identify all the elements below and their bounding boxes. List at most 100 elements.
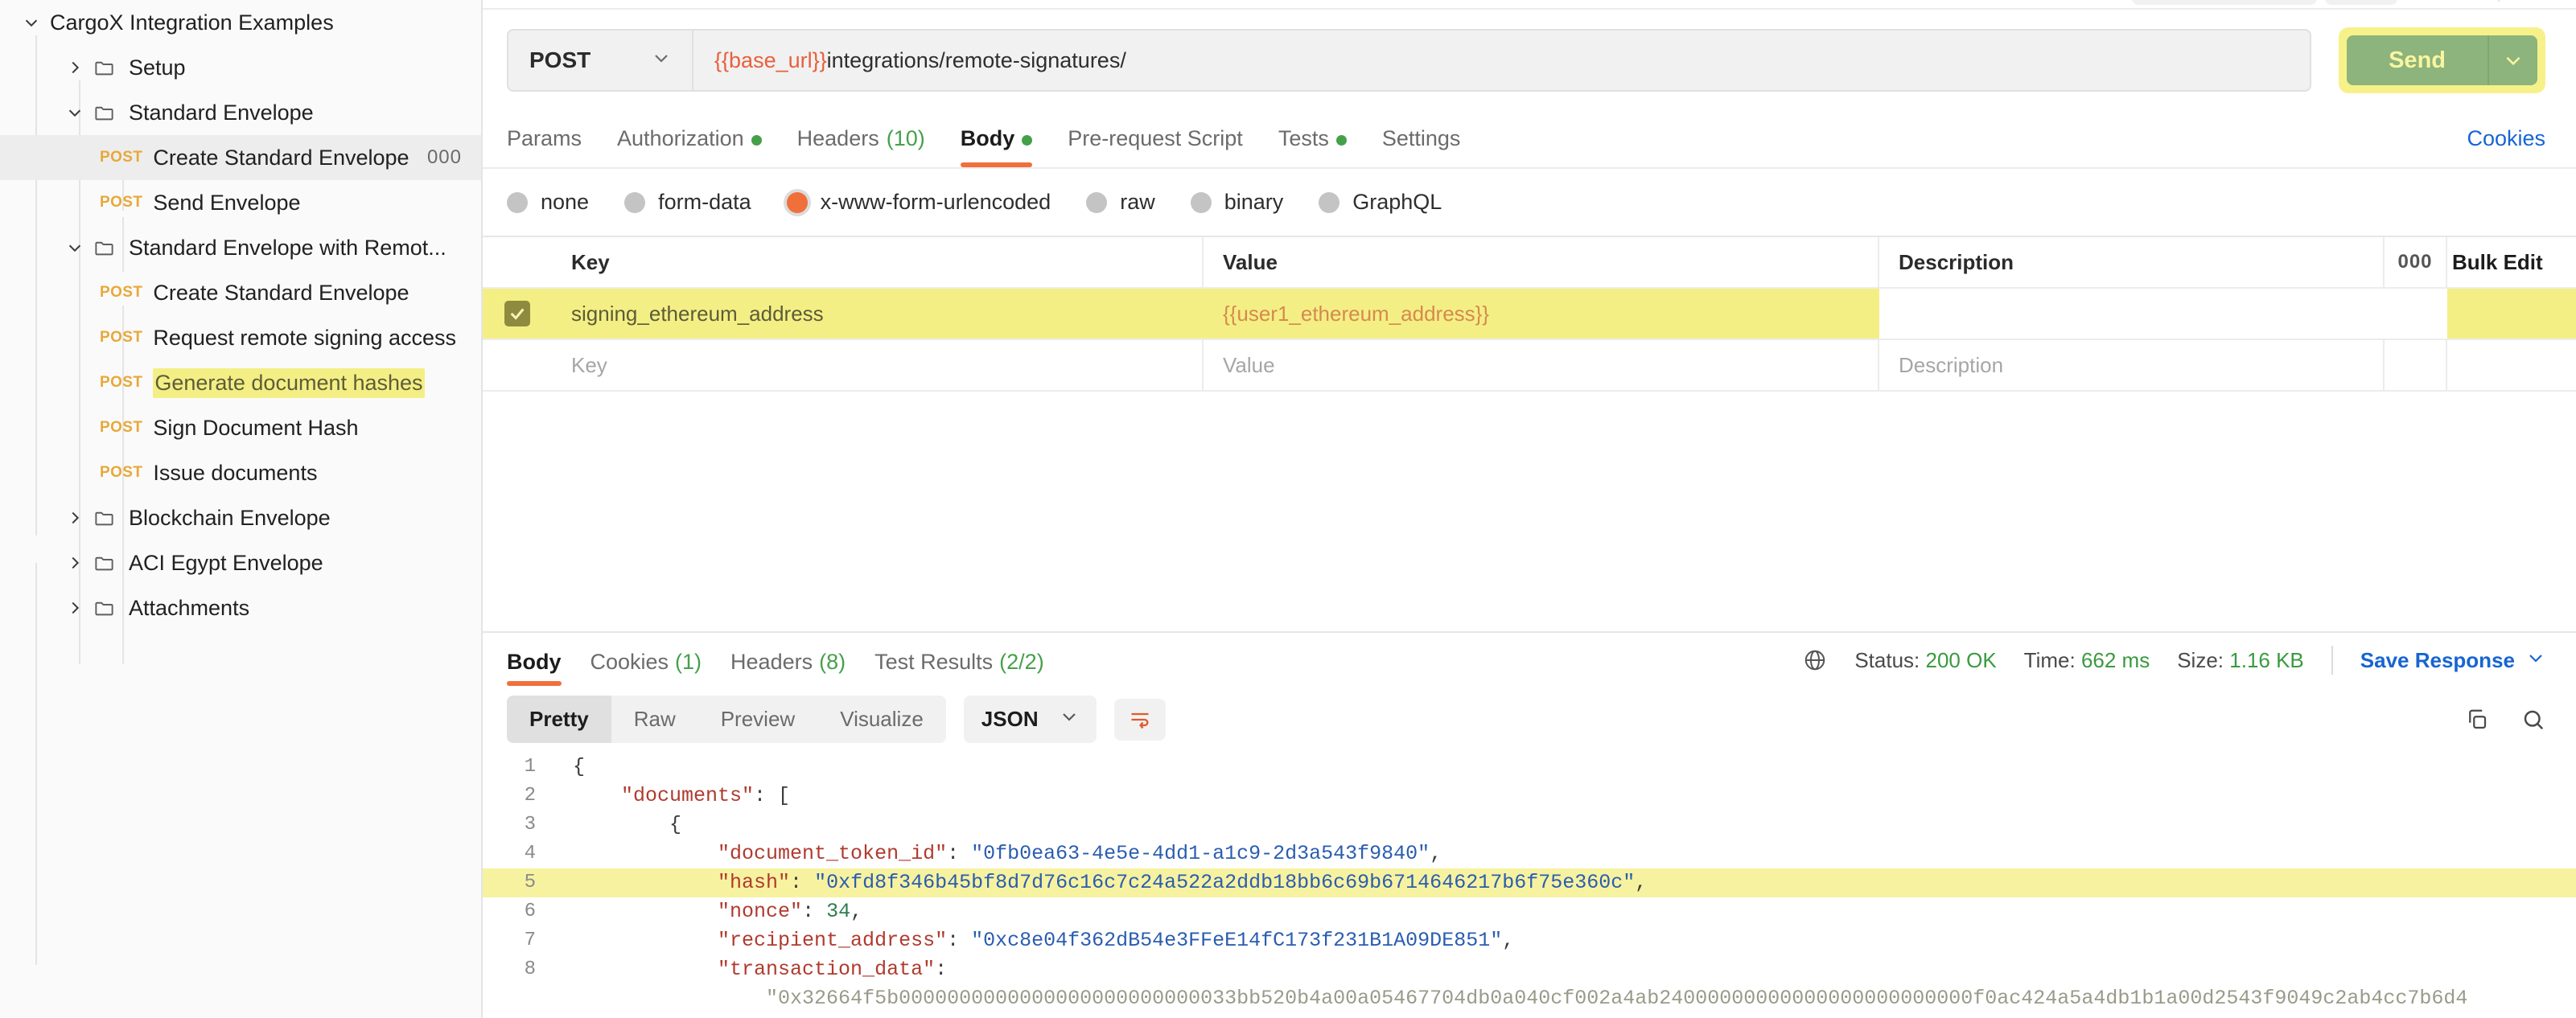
sidebar-request-item[interactable]: POST Request remote signing access [0, 315, 481, 360]
chevron-down-icon [652, 47, 671, 73]
response-tab-headers[interactable]: Headers (8) [716, 650, 860, 686]
format-label: JSON [981, 707, 1039, 731]
sidebar-folder-item[interactable]: Blockchain Envelope [0, 495, 481, 540]
http-method-select[interactable]: POST [507, 29, 692, 92]
response-pane: Body Cookies (1) Headers (8) Test Results (2/2… [483, 631, 2576, 1018]
item-options-icon[interactable]: 000 [427, 148, 462, 167]
sidebar-request-item[interactable]: POST Create Standard Envelope 000 [0, 135, 481, 180]
row-options-cell[interactable] [2385, 289, 2447, 339]
request-tab-settings[interactable]: Settings [1364, 126, 1479, 167]
send-button[interactable]: Send [2347, 35, 2488, 85]
radio-label: form-data [658, 190, 751, 214]
tab-label: Tests [1278, 126, 1329, 150]
body-type-none[interactable]: none [507, 190, 589, 215]
copy-icon[interactable] [2465, 708, 2489, 732]
sidebar-collection-item[interactable]: CargoX Integration Examples [0, 0, 481, 45]
send-button-highlight: Send [2339, 27, 2545, 93]
view-mode-raw[interactable]: Raw [611, 696, 698, 743]
sidebar-request-item[interactable]: POST Send Envelope [0, 180, 481, 225]
url-bar: POST {{base_url}} integrations/remote-sig… [483, 10, 2576, 108]
sidebar-request-item[interactable]: POST Generate document hashes [0, 360, 481, 405]
sidebar-request-item[interactable]: POST Issue documents [0, 450, 481, 495]
body-type-radios[interactable]: none form-data x-www-form-urlencoded raw bin… [483, 169, 2576, 236]
body-type-binary[interactable]: binary [1190, 190, 1283, 215]
response-tab-body[interactable]: Body [507, 650, 576, 686]
radio-icon [786, 191, 808, 213]
tab-label: Settings [1381, 126, 1461, 150]
view-mode-visualize[interactable]: Visualize [817, 696, 946, 743]
url-input[interactable]: {{base_url}} integrations/remote-signatur… [692, 29, 2312, 92]
placeholder-checkbox[interactable] [483, 340, 552, 390]
row-description-input[interactable] [1879, 289, 2385, 339]
body-type-x-www-form-urlencoded[interactable]: x-www-form-urlencoded [786, 190, 1051, 215]
response-format-select[interactable]: JSON [963, 696, 1097, 743]
body-type-form-data[interactable]: form-data [624, 190, 751, 215]
row-key-input[interactable]: signing_ethereum_address [552, 289, 1204, 339]
request-tab-body[interactable]: Body [943, 126, 1051, 167]
wrap-lines-button[interactable] [1113, 698, 1166, 741]
response-view-mode-group[interactable]: Pretty Raw Preview Visualize [507, 696, 946, 743]
sidebar-folder-item[interactable]: Setup [0, 45, 481, 90]
request-method-label: POST [100, 149, 143, 166]
view-mode-pretty[interactable]: Pretty [507, 696, 611, 743]
request-tab-pre-request-script[interactable]: Pre-request Script [1050, 126, 1261, 167]
collection-sidebar[interactable]: CargoX Integration Examples Setup Standard… [0, 0, 483, 1018]
table-row[interactable]: signing_ethereum_address {{user1_ethereu… [483, 289, 2576, 340]
sidebar-request-item[interactable]: POST Sign Document Hash [0, 405, 481, 450]
line-number: 6 [524, 901, 536, 922]
row-checkbox[interactable] [483, 289, 552, 339]
chevron-down-icon[interactable] [56, 239, 93, 257]
placeholder-description-input[interactable]: Description [1879, 340, 2385, 390]
request-tab-params[interactable]: Params [507, 126, 599, 167]
checkbox-checked-icon [504, 301, 530, 326]
bulk-edit-button[interactable]: Bulk Edit [2447, 237, 2576, 287]
sidebar-folder-item[interactable]: Standard Envelope with Remot... [0, 225, 481, 270]
sidebar-request-item[interactable]: POST Create Standard Envelope [0, 270, 481, 315]
request-tab-authorization[interactable]: Authorization [599, 126, 780, 167]
body-type-graphql[interactable]: GraphQL [1319, 190, 1442, 215]
view-mode-preview[interactable]: Preview [698, 696, 817, 743]
row-value-input[interactable]: {{user1_ethereum_address}} [1204, 289, 1879, 339]
body-type-raw[interactable]: raw [1086, 190, 1155, 215]
collection-tree[interactable]: CargoX Integration Examples Setup Standard… [0, 0, 481, 630]
chevron-down-icon[interactable] [56, 104, 93, 121]
request-tab-headers[interactable]: Headers (10) [780, 126, 943, 167]
request-tab-tests[interactable]: Tests [1261, 126, 1364, 167]
request-method-label: POST [100, 374, 143, 391]
placeholder-key-input[interactable]: Key [552, 340, 1204, 390]
line-number: 1 [524, 756, 536, 778]
url-path: integrations/remote-signatures/ [826, 47, 1126, 72]
tab-label: Params [507, 126, 582, 150]
response-actions[interactable] [2465, 708, 2545, 732]
search-icon[interactable] [2521, 708, 2545, 732]
sidebar-folder-item[interactable]: Standard Envelope [0, 90, 481, 135]
line-number: 8 [524, 958, 536, 980]
table-row-placeholder[interactable]: Key Value Description [483, 340, 2576, 392]
table-options-icon[interactable]: 000 [2385, 237, 2447, 287]
save-response-button[interactable]: Save Response [2360, 648, 2545, 673]
placeholder-value-input[interactable]: Value [1204, 340, 1879, 390]
sidebar-item-label: Request remote signing access [153, 325, 457, 350]
sidebar-item-label: Generate document hashes [153, 367, 425, 398]
send-options-chevron-down-icon[interactable] [2488, 35, 2537, 85]
response-tabs[interactable]: Body Cookies (1) Headers (8) Test Results (2/2… [483, 633, 2576, 686]
request-tabs[interactable]: Params Authorization Headers (10) Body Pre-re… [483, 108, 2576, 169]
chevron-right-icon[interactable] [56, 59, 93, 76]
chevron-down-icon[interactable] [13, 14, 50, 31]
radio-icon [507, 191, 528, 213]
sidebar-folder-item[interactable]: ACI Egypt Envelope [0, 540, 481, 585]
response-body-code[interactable]: 1{2 "documents": [3 {4 "document_token_i… [483, 753, 2576, 1018]
chevron-right-icon[interactable] [56, 509, 93, 527]
tab-label: Cookies [590, 650, 669, 674]
cookies-link[interactable]: Cookies [2467, 126, 2545, 167]
line-content: { [573, 755, 586, 778]
response-tab-test-results[interactable]: Test Results (2/2) [860, 650, 1059, 686]
code-line: 8 "transaction_data": [483, 955, 2576, 984]
chevron-right-icon[interactable] [56, 599, 93, 617]
sidebar-folder-item[interactable]: Attachments [0, 585, 481, 630]
sidebar-item-label: Blockchain Envelope [129, 505, 331, 530]
chevron-right-icon[interactable] [56, 554, 93, 572]
send-button-group[interactable]: Send [2347, 35, 2537, 85]
line-content: "transaction_data": [718, 958, 948, 981]
response-tab-cookies[interactable]: Cookies (1) [576, 650, 717, 686]
